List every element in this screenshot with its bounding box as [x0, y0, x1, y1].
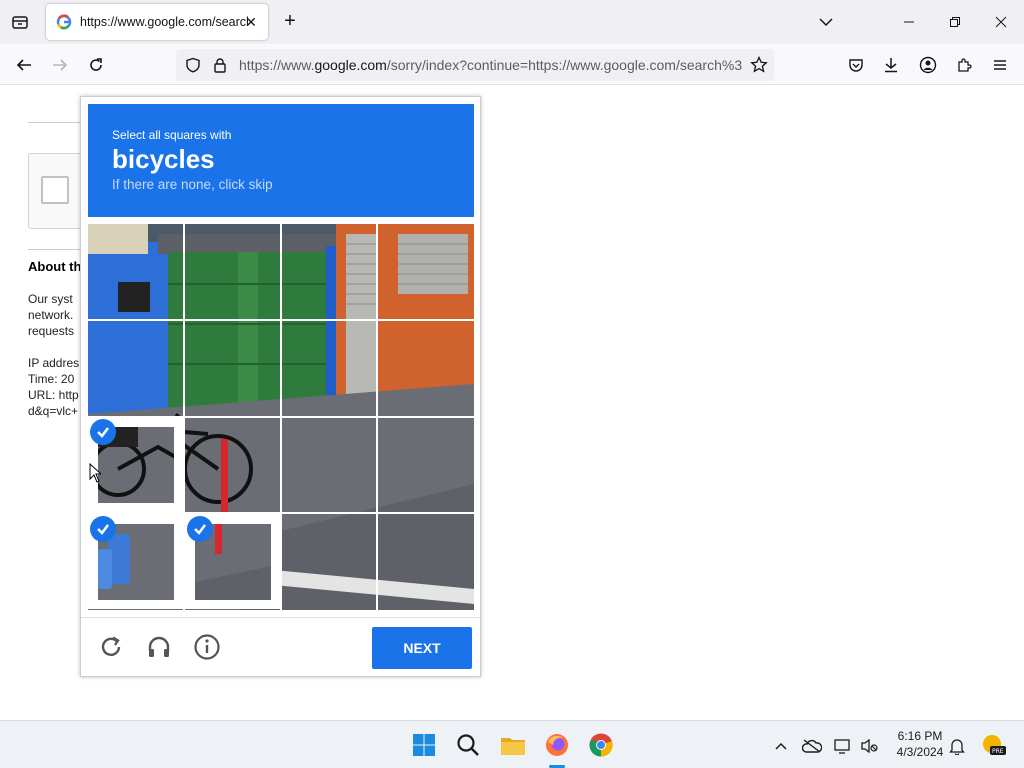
tab-title: https://www.google.com/search [80, 15, 248, 29]
taskbar: 6:16 PM 4/3/2024 PRE [0, 720, 1024, 768]
new-tab-icon[interactable]: + [280, 11, 300, 32]
recaptcha-checkbox[interactable] [41, 176, 69, 204]
grid-tile[interactable] [88, 224, 183, 319]
challenge-header: Select all squares with bicycles If ther… [88, 104, 474, 217]
grid-tile-selected[interactable] [88, 417, 183, 512]
firefox-icon[interactable] [541, 729, 573, 761]
menu-icon[interactable] [987, 52, 1013, 78]
body-line: Our syst [28, 292, 73, 306]
divider [28, 249, 88, 250]
checkmark-icon [187, 516, 213, 542]
divider [28, 122, 88, 123]
mouse-cursor-icon [89, 463, 101, 483]
close-tab-icon[interactable]: ✕ [242, 13, 260, 31]
tab-list-icon[interactable] [8, 10, 32, 34]
about-heading: About th [28, 259, 82, 274]
info-line: Time: 20 [28, 372, 75, 386]
pocket-icon[interactable] [843, 52, 869, 78]
grid-tile[interactable] [378, 321, 473, 416]
navigation-toolbar: https://www.google.com/sorry/index?conti… [0, 44, 1024, 85]
onedrive-icon[interactable] [801, 735, 823, 757]
reload-icon[interactable] [83, 52, 109, 78]
downloads-icon[interactable] [878, 52, 904, 78]
image-grid [88, 224, 474, 610]
recaptcha-widget [28, 153, 88, 229]
restore-icon[interactable] [941, 8, 969, 36]
grid-tile-selected[interactable] [88, 514, 183, 609]
address-bar[interactable]: https://www.google.com/sorry/index?conti… [176, 49, 774, 81]
grid-tile-selected[interactable] [185, 514, 280, 609]
extensions-icon[interactable] [951, 52, 977, 78]
grid-tile[interactable] [378, 514, 473, 609]
grid-tile[interactable] [282, 224, 377, 319]
challenge-footer: NEXT [81, 617, 480, 677]
google-favicon-icon [56, 14, 72, 30]
chrome-icon[interactable] [585, 729, 617, 761]
reload-challenge-icon[interactable] [94, 630, 128, 664]
show-hidden-icons-icon[interactable] [770, 735, 792, 757]
body-line: requests [28, 324, 75, 338]
minimize-icon[interactable] [895, 8, 923, 36]
search-icon[interactable] [452, 729, 484, 761]
close-window-icon[interactable] [987, 8, 1015, 36]
skip-hint-text: If there are none, click skip [112, 177, 273, 192]
grid-tile[interactable] [282, 321, 377, 416]
svg-text:PRE: PRE [992, 748, 1004, 755]
instruction-text: Select all squares with [112, 128, 232, 142]
grid-tile[interactable] [185, 417, 280, 512]
tab-strip: https://www.google.com/search ✕ + [0, 0, 1024, 44]
url-text[interactable]: https://www.google.com/sorry/index?conti… [239, 57, 745, 73]
checkmark-icon [90, 419, 116, 445]
recaptcha-challenge-dialog: Select all squares with bicycles If ther… [80, 96, 481, 677]
audio-challenge-icon[interactable] [142, 630, 176, 664]
info-line: d&q=vlc+ [28, 404, 79, 418]
next-button[interactable]: NEXT [372, 627, 472, 669]
browser-tab[interactable]: https://www.google.com/search ✕ [46, 4, 268, 40]
grid-tile[interactable] [185, 224, 280, 319]
network-icon[interactable] [832, 735, 854, 757]
weather-widget-icon[interactable]: PRE [980, 732, 1006, 758]
bookmark-star-icon[interactable] [749, 55, 769, 75]
info-line: URL: http [28, 388, 79, 402]
grid-tile[interactable] [185, 321, 280, 416]
body-line: network. [28, 308, 74, 322]
back-icon[interactable] [11, 52, 37, 78]
grid-tile[interactable] [378, 417, 473, 512]
list-all-tabs-icon[interactable] [812, 8, 840, 36]
volume-muted-icon[interactable] [858, 735, 880, 757]
checkmark-icon [90, 516, 116, 542]
lock-icon[interactable] [210, 55, 230, 75]
grid-tile[interactable] [88, 321, 183, 416]
info-line: IP addres [28, 356, 80, 370]
grid-tile[interactable] [378, 224, 473, 319]
windows-start-icon[interactable] [408, 729, 440, 761]
grid-tile[interactable] [282, 514, 377, 609]
shield-icon[interactable] [183, 55, 203, 75]
account-icon[interactable] [915, 52, 941, 78]
grid-tile[interactable] [282, 417, 377, 512]
forward-icon[interactable] [47, 52, 73, 78]
notifications-icon[interactable] [946, 735, 968, 757]
target-object-text: bicycles [112, 144, 215, 174]
info-icon[interactable] [190, 630, 224, 664]
file-explorer-icon[interactable] [497, 729, 529, 761]
